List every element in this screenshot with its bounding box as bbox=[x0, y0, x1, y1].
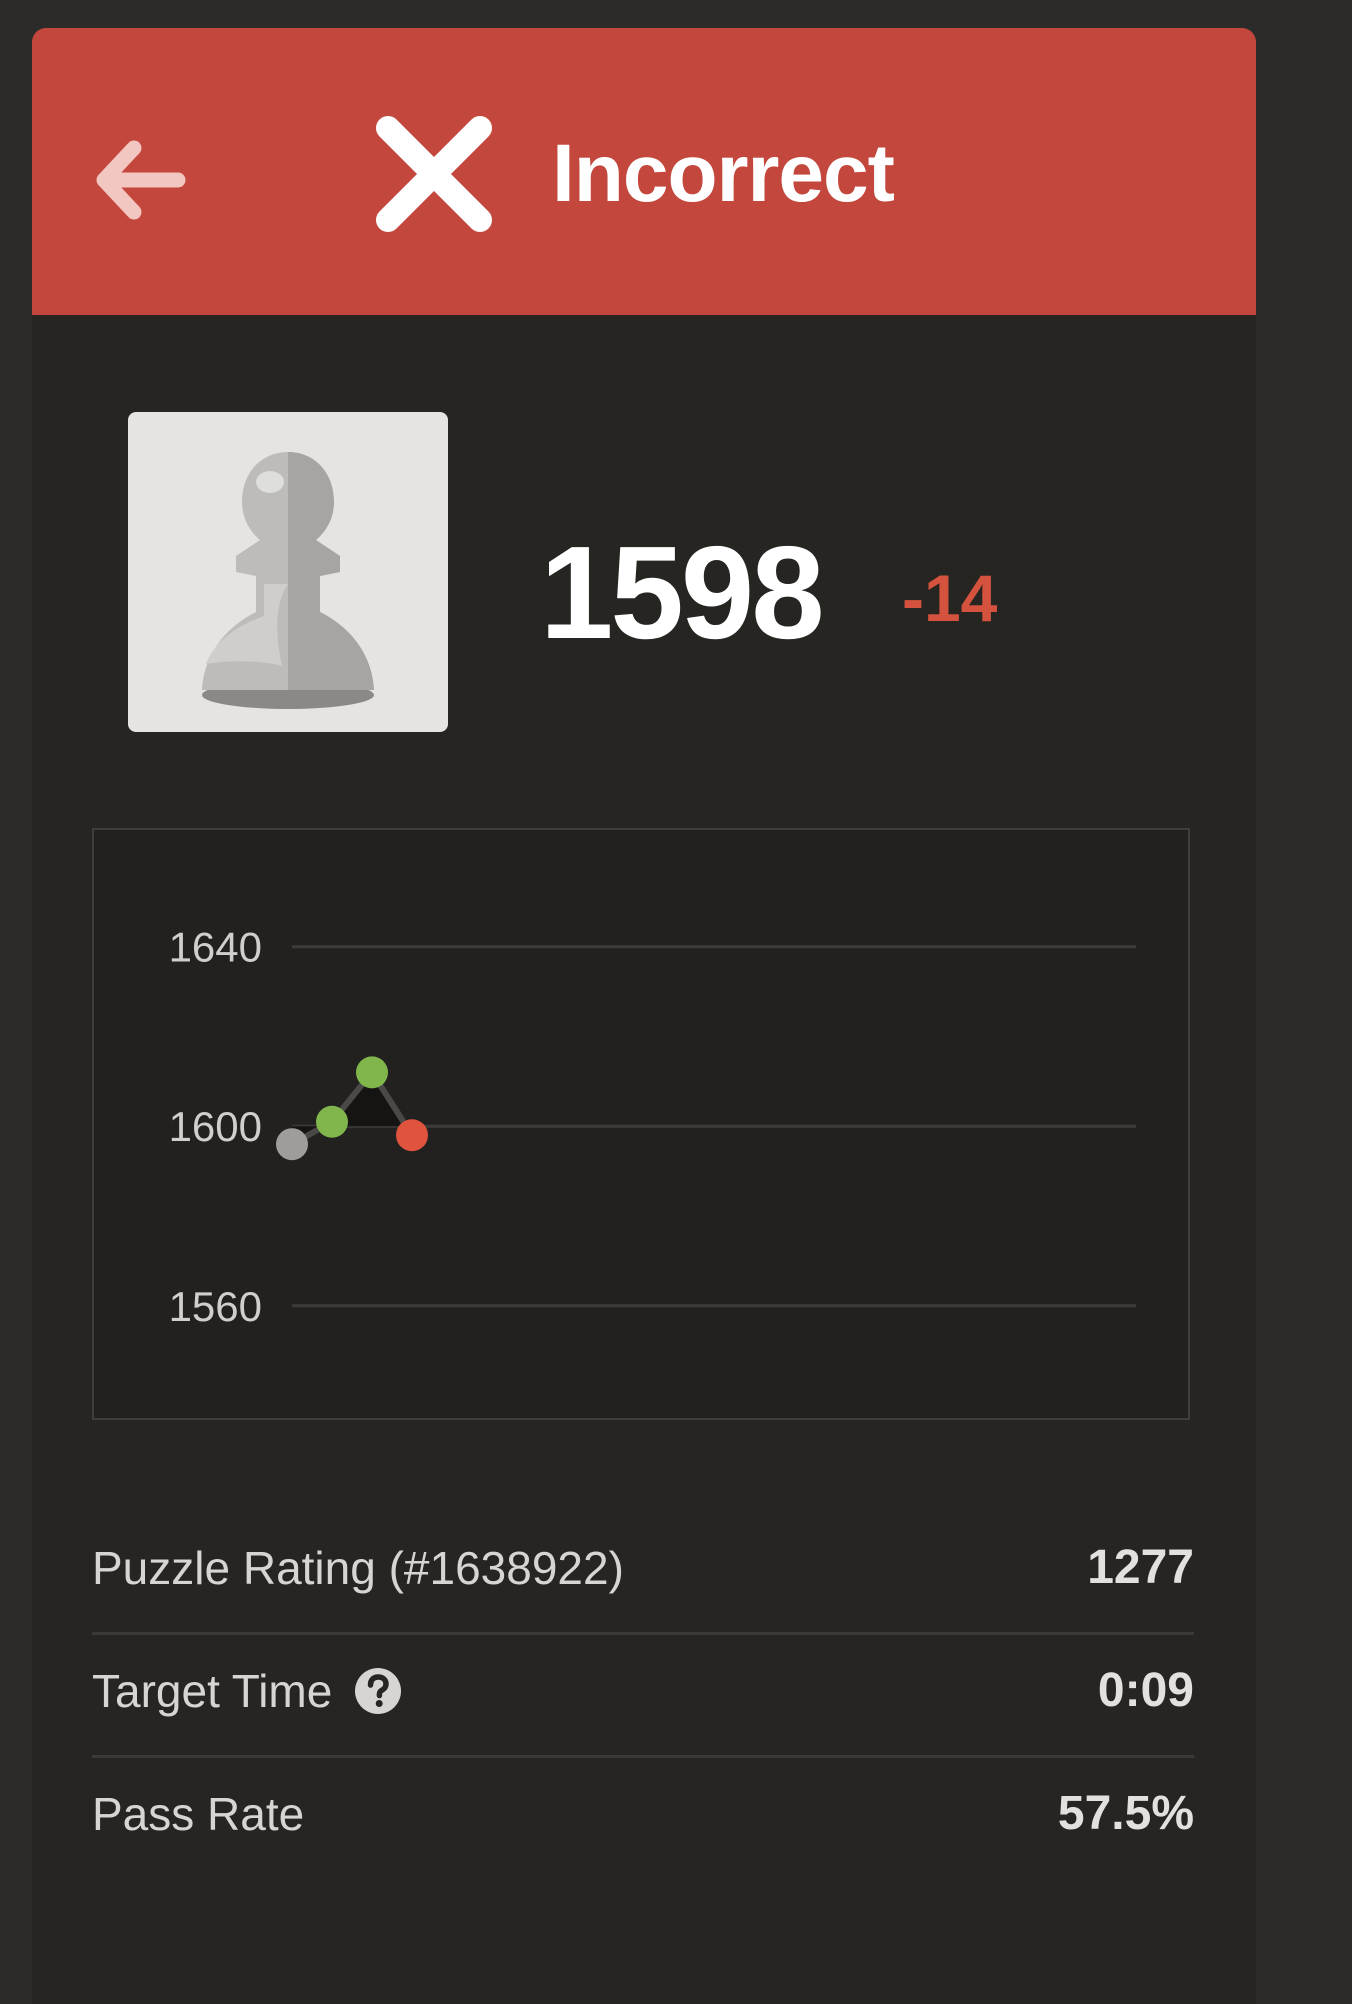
rating-point-incorrect[interactable] bbox=[396, 1119, 428, 1152]
rating-point-start[interactable] bbox=[276, 1128, 308, 1161]
target-time-label-wrap: Target Time bbox=[92, 1663, 402, 1719]
puzzle-rating-label: Puzzle Rating (#1638922) bbox=[92, 1542, 624, 1594]
rating-point-correct[interactable] bbox=[356, 1056, 388, 1089]
avatar bbox=[128, 412, 448, 732]
result-status-title: Incorrect bbox=[552, 128, 895, 219]
puzzle-result-panel: Incorrect 1598 -14 1640 1600 1560 Puzzle R… bbox=[32, 28, 1256, 2004]
rating-history-chart: 1640 1600 1560 bbox=[92, 828, 1190, 1420]
x-mark-icon bbox=[374, 114, 494, 234]
pass-rate-label: Pass Rate bbox=[92, 1788, 305, 1840]
y-tick-label: 1600 bbox=[169, 1103, 262, 1150]
y-tick-label: 1640 bbox=[169, 924, 262, 971]
player-rating: 1598 bbox=[540, 519, 825, 666]
result-header: Incorrect bbox=[32, 28, 1256, 315]
pass-rate-value: 57.5% bbox=[1057, 1787, 1194, 1840]
pawn-icon bbox=[202, 452, 374, 709]
stat-row-puzzle-rating: Puzzle Rating (#1638922) 1277 bbox=[92, 1512, 1194, 1635]
stat-row-target-time: Target Time 0:09 bbox=[92, 1635, 1194, 1758]
target-time-value: 0:09 bbox=[1097, 1664, 1194, 1717]
stat-row-pass-rate: Pass Rate 57.5% bbox=[92, 1758, 1194, 1878]
arrow-left-icon[interactable] bbox=[90, 130, 190, 230]
rating-change: -14 bbox=[902, 561, 998, 635]
target-time-label: Target Time bbox=[92, 1665, 333, 1717]
rating-chart-svg: 1640 1600 1560 bbox=[169, 924, 1136, 1330]
rating-point-correct[interactable] bbox=[316, 1105, 348, 1138]
puzzle-stats: Puzzle Rating (#1638922) 1277 Target Tim… bbox=[92, 1512, 1194, 1878]
y-tick-label: 1560 bbox=[169, 1283, 262, 1330]
question-circle-icon[interactable] bbox=[354, 1667, 402, 1715]
puzzle-rating-value: 1277 bbox=[1087, 1541, 1194, 1594]
